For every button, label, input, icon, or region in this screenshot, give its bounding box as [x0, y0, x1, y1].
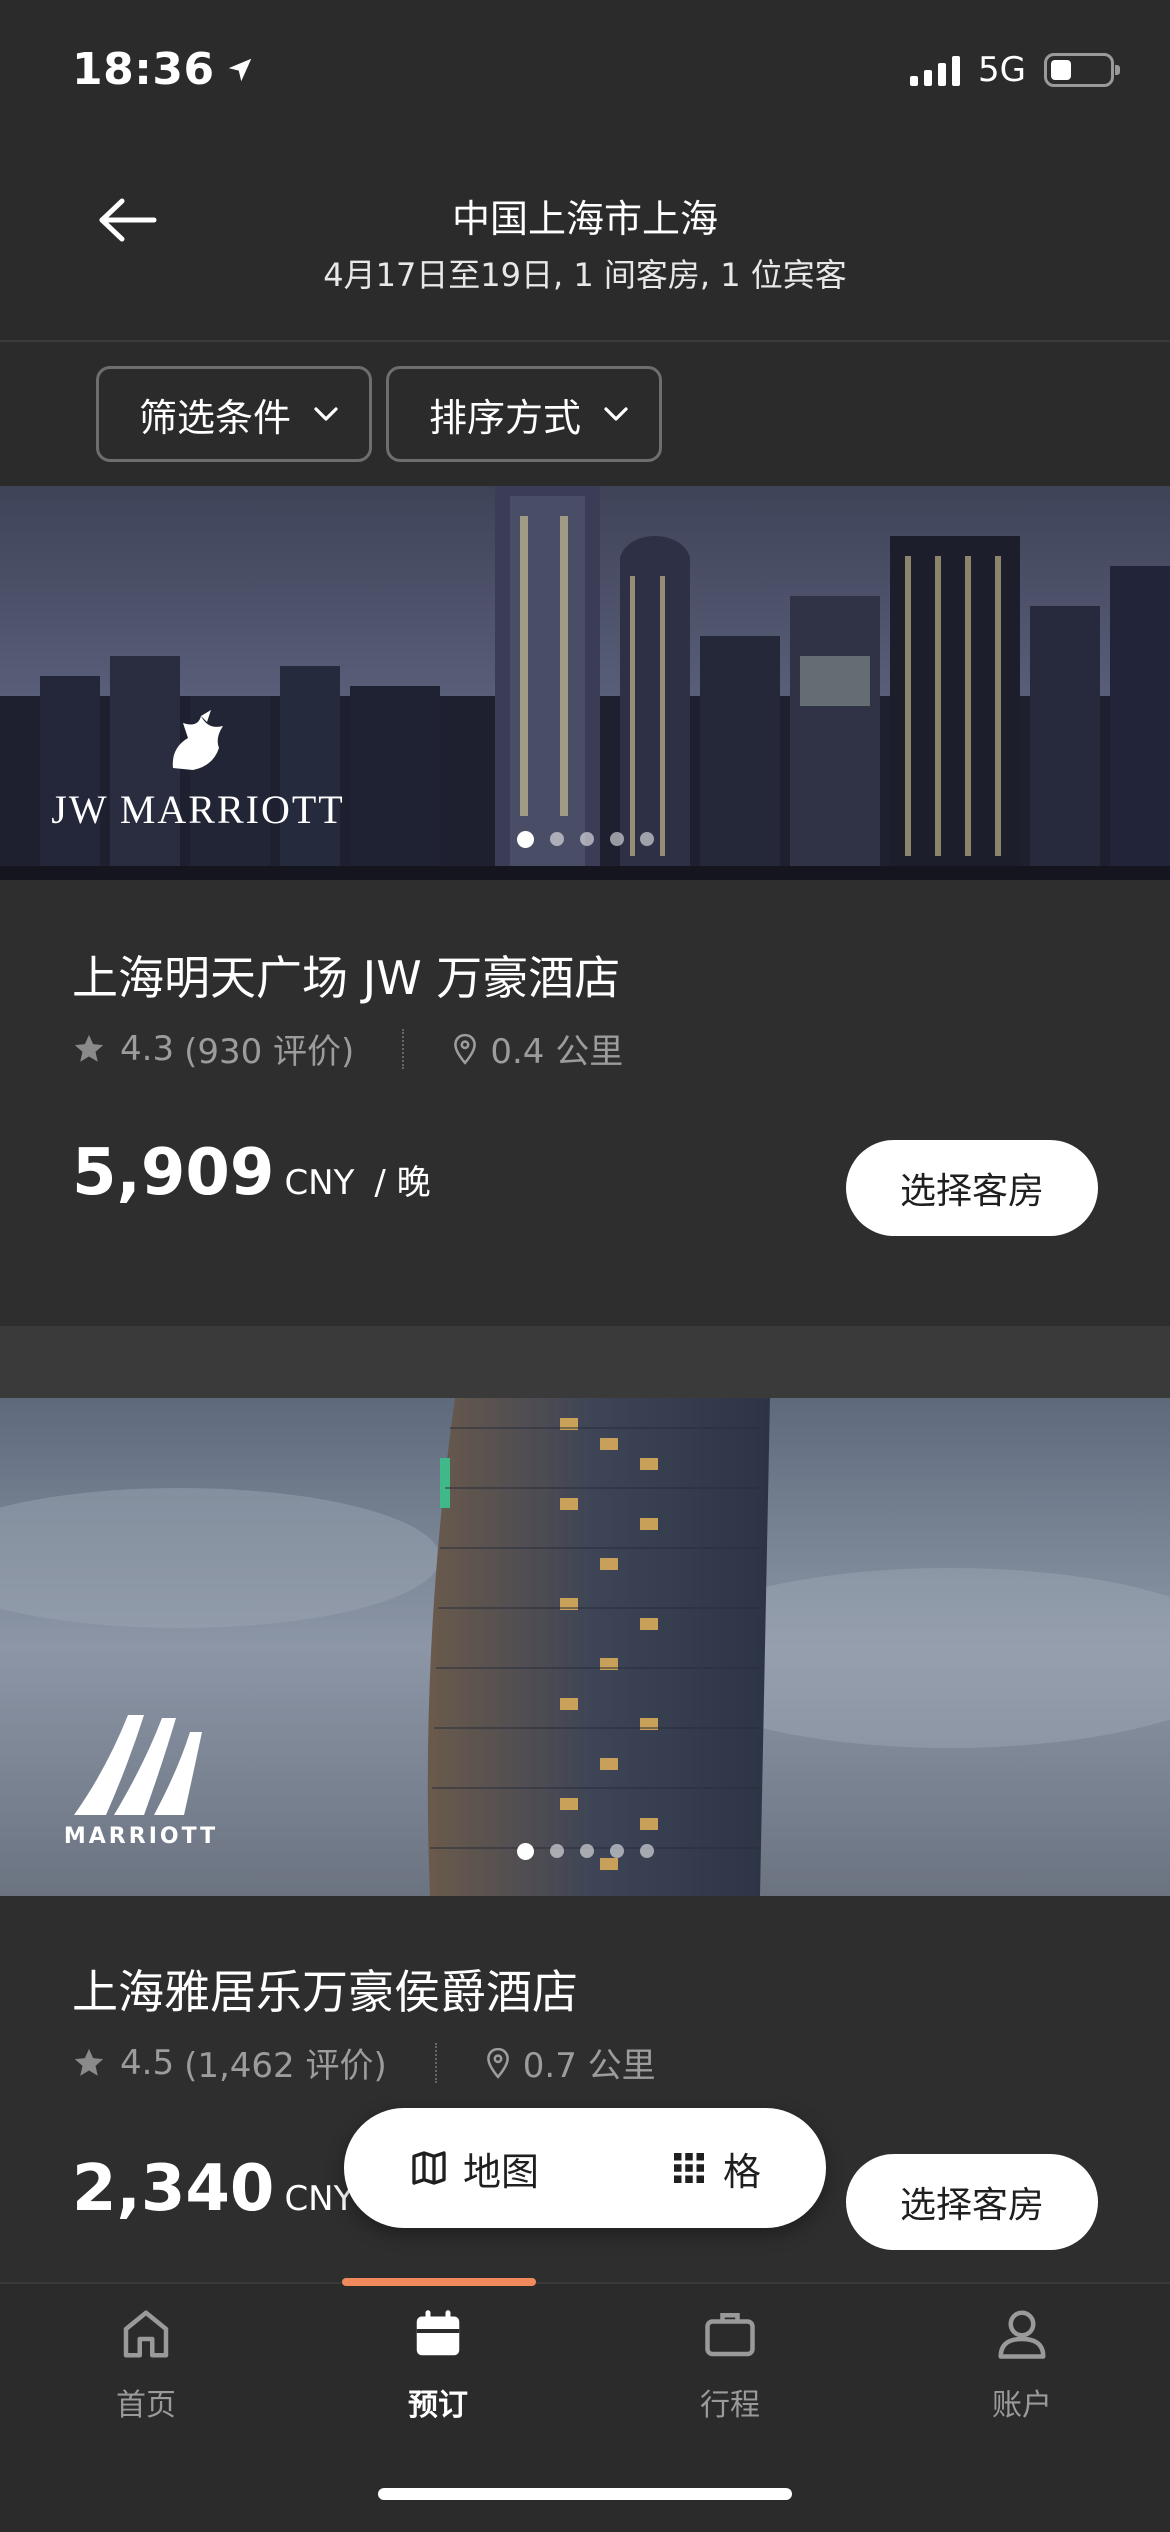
sort-button[interactable]: 排序方式 — [386, 366, 663, 462]
marriott-logo: MARRIOTT — [46, 1710, 236, 1849]
location-pin-icon — [486, 2047, 509, 2079]
hotel-photo-carousel[interactable]: MARRIOTT — [0, 1398, 1170, 1896]
filter-button[interactable]: 筛选条件 — [96, 366, 373, 462]
star-icon — [74, 1034, 104, 1062]
grid-label: 格 — [722, 2149, 761, 2194]
briefcase-icon — [705, 2313, 755, 2357]
hotel-price: 2,340 CNY / — [72, 2152, 386, 2226]
griffin-icon — [172, 710, 223, 770]
hotel-reviews[interactable]: (1,462 评价) — [184, 2038, 387, 2087]
price-currency: CNY — [284, 1163, 355, 1203]
star-icon — [74, 2048, 104, 2076]
view-toggle: 地图 格 — [344, 2108, 826, 2228]
divider — [434, 2042, 437, 2083]
grid-view-button[interactable]: 格 — [669, 2141, 761, 2196]
map-icon — [412, 2151, 446, 2185]
card-separator — [0, 1326, 1170, 1398]
hotel-rating: 4.5 — [120, 2042, 175, 2083]
hotel-meta: 4.5 (1,462 评价) 0.7 公里 — [72, 2038, 656, 2087]
map-view-button[interactable]: 地图 — [409, 2141, 539, 2196]
hotel-photo-carousel[interactable]: JW MARRIOTT — [0, 486, 1170, 880]
carousel-dots[interactable] — [0, 831, 1170, 848]
hotel-name[interactable]: 上海雅居乐万豪侯爵酒店 — [72, 1956, 578, 2022]
location-pin-icon — [454, 1033, 477, 1065]
nav-home[interactable]: 首页 — [0, 2304, 292, 2424]
price-amount: 2,340 — [72, 2152, 275, 2226]
map-label: 地图 — [462, 2149, 539, 2194]
price-per-night: / 晚 — [374, 1163, 431, 1203]
hotel-price: 5,909 CNY / 晚 — [72, 1136, 431, 1210]
stay-details[interactable]: 4月17日至19日, 1 间客房, 1 位宾客 — [0, 250, 1170, 296]
status-time: 18:36 — [72, 44, 255, 95]
price-amount: 5,909 — [72, 1136, 275, 1210]
nav-book[interactable]: 预订 — [292, 2304, 584, 2424]
hotel-distance: 0.4 公里 — [490, 1032, 624, 1072]
chevron-down-icon — [314, 407, 338, 421]
hotel-distance: 0.7 公里 — [522, 2046, 656, 2086]
chevron-down-icon — [604, 407, 628, 421]
nav-account[interactable]: 账户 — [876, 2304, 1168, 2424]
network-label: 5G — [978, 50, 1026, 90]
price-currency: CNY — [284, 2179, 355, 2219]
hotel-rating: 4.3 — [120, 1028, 175, 1069]
location-title[interactable]: 中国上海市上海 — [0, 188, 1170, 243]
status-bar: 18:36 5G — [0, 0, 1170, 150]
status-time-text: 18:36 — [72, 44, 215, 95]
battery-icon — [1044, 53, 1120, 87]
signal-icon — [910, 54, 961, 86]
hotel-meta: 4.3 (930 评价) 0.4 公里 — [72, 1024, 623, 1073]
hotel-brand: JW MARRIOTT — [51, 787, 345, 832]
calendar-icon — [416, 2310, 460, 2356]
filter-label: 筛选条件 — [139, 397, 292, 440]
sort-label: 排序方式 — [429, 397, 582, 440]
select-room-button[interactable]: 选择客房 — [846, 1140, 1098, 1236]
divider — [402, 1028, 405, 1069]
home-indicator — [378, 2488, 792, 2500]
user-icon — [998, 2310, 1046, 2359]
nav-home-label: 首页 — [116, 2388, 176, 2423]
home-icon — [123, 2310, 169, 2358]
nav-account-label: 账户 — [992, 2388, 1052, 2423]
location-arrow-icon — [228, 58, 251, 81]
nav-trips[interactable]: 行程 — [584, 2304, 876, 2424]
grid-icon — [673, 2153, 704, 2183]
carousel-dots[interactable] — [0, 1843, 1170, 1860]
nav-trips-label: 行程 — [700, 2388, 760, 2423]
marriott-m-icon — [74, 1715, 202, 1815]
select-room-button[interactable]: 选择客房 — [846, 2154, 1098, 2250]
hotel-reviews[interactable]: (930 评价) — [184, 1024, 354, 1073]
hotel-name[interactable]: 上海明天广场 JW 万豪酒店 — [72, 942, 620, 1008]
search-header: 中国上海市上海 4月17日至19日, 1 间客房, 1 位宾客 — [0, 150, 1170, 342]
hotel-card[interactable]: JW MARRIOTT 上海明天广场 JW 万豪酒店 4.3 (930 评价) … — [0, 486, 1170, 1326]
jw-marriott-logo: JW MARRIOTT — [48, 708, 348, 833]
active-tab-indicator — [342, 2278, 536, 2286]
status-indicators: 5G — [910, 50, 1120, 90]
filter-bar: 筛选条件 排序方式 — [96, 366, 663, 462]
nav-book-label: 预订 — [408, 2388, 468, 2423]
